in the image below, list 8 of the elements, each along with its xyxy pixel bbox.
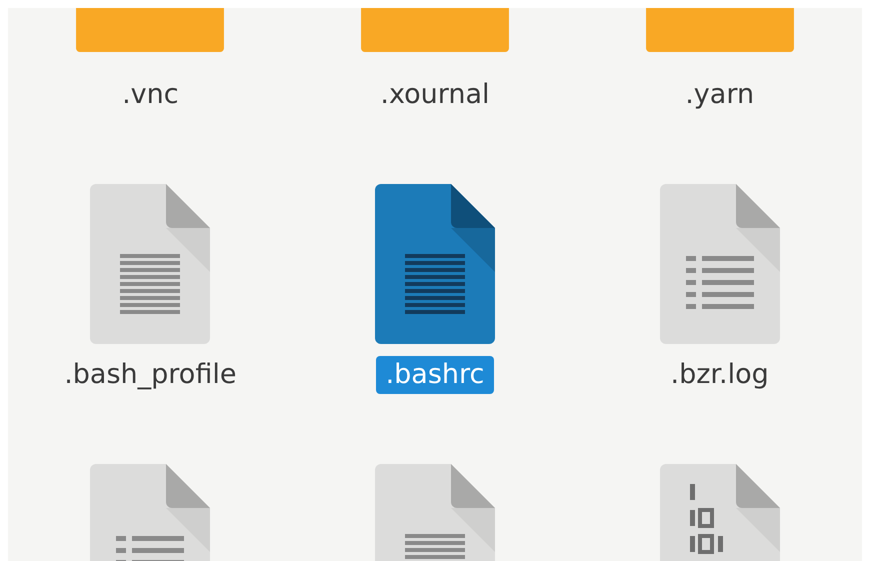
document-list-icon[interactable] [660, 184, 780, 344]
file-name: .bashrc [376, 356, 494, 394]
file-name: .vnc [121, 78, 180, 112]
file-name: .bash_profile [63, 358, 238, 392]
text-file-icon[interactable] [374, 184, 495, 344]
file-name: .xournal [379, 78, 491, 112]
file-name: .yarn [684, 78, 756, 112]
file-name: .bzr.log [670, 358, 770, 392]
